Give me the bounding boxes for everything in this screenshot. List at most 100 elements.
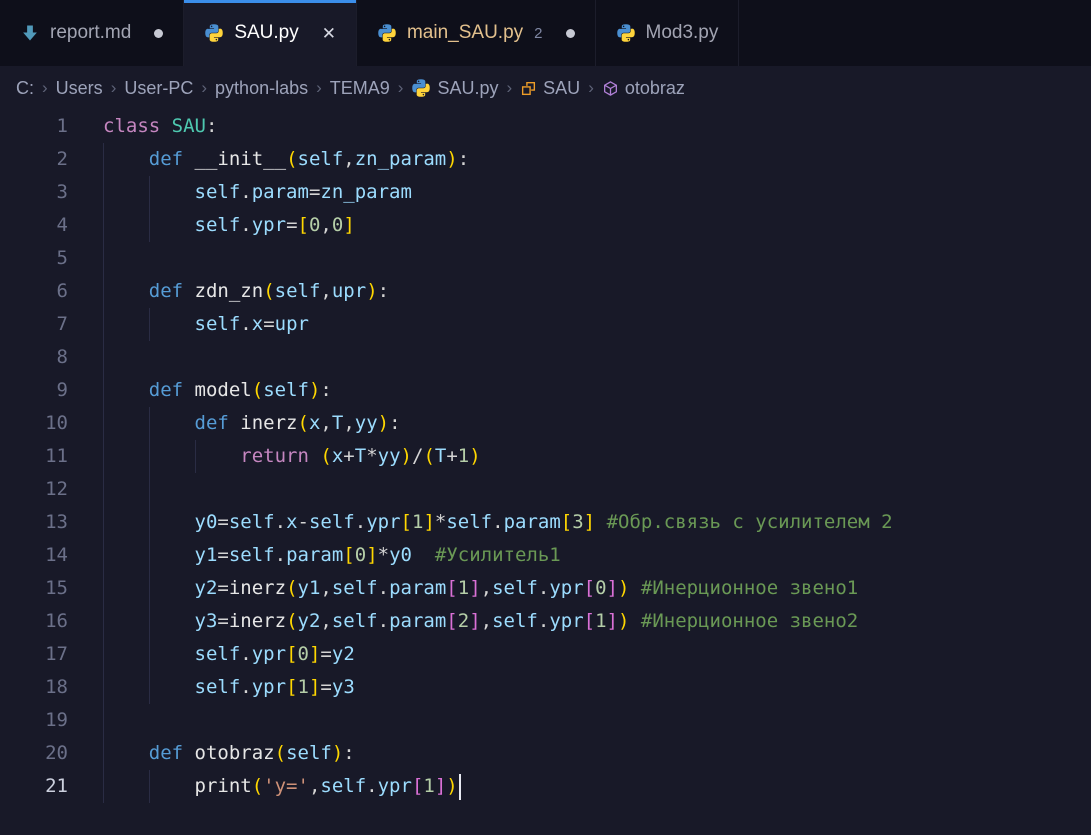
- tab-report.md[interactable]: report.md: [0, 0, 184, 66]
- breadcrumb-item-SAU.py[interactable]: SAU.py: [407, 78, 502, 99]
- line-number[interactable]: 19: [0, 704, 68, 737]
- code-line[interactable]: 21 print('y=',self.ypr[1]): [0, 770, 1091, 803]
- line-number[interactable]: 3: [0, 176, 68, 209]
- line-number[interactable]: 16: [0, 605, 68, 638]
- code-line[interactable]: 2 def __init__(self,zn_param):: [0, 143, 1091, 176]
- line-number[interactable]: 1: [0, 110, 68, 143]
- line-number[interactable]: 14: [0, 539, 68, 572]
- code-line[interactable]: 16 y3=inerz(y2,self.param[2],self.ypr[1]…: [0, 605, 1091, 638]
- code-text: self.x=upr: [103, 308, 1091, 341]
- line-number[interactable]: 5: [0, 242, 68, 275]
- line-number[interactable]: 15: [0, 572, 68, 605]
- indent-guide: [103, 209, 104, 242]
- line-number[interactable]: 10: [0, 407, 68, 440]
- breadcrumb-separator: ›: [197, 78, 211, 98]
- indent-guide: [149, 605, 150, 638]
- indent-guide: [103, 374, 104, 407]
- line-number[interactable]: 4: [0, 209, 68, 242]
- code-line[interactable]: 14 y1=self.param[0]*y0 #Усилитель1: [0, 539, 1091, 572]
- line-number[interactable]: 8: [0, 341, 68, 374]
- code-text: return (x+T*yy)/(T+1): [103, 440, 1091, 473]
- line-number[interactable]: 9: [0, 374, 68, 407]
- line-number[interactable]: 6: [0, 275, 68, 308]
- tab-Mod3.py[interactable]: Mod3.py: [596, 0, 740, 66]
- code-line[interactable]: 12: [0, 473, 1091, 506]
- symbol-class-icon: [520, 80, 537, 97]
- indent-guide: [103, 275, 104, 308]
- code-line[interactable]: 10 def inerz(x,T,yy):: [0, 407, 1091, 440]
- breadcrumb-item-TEMA9[interactable]: TEMA9: [326, 78, 394, 99]
- code-line[interactable]: 3 self.param=zn_param: [0, 176, 1091, 209]
- line-number[interactable]: 18: [0, 671, 68, 704]
- indent-guide: [103, 143, 104, 176]
- code-line[interactable]: 6 def zdn_zn(self,upr):: [0, 275, 1091, 308]
- code-line[interactable]: 13 y0=self.x-self.ypr[1]*self.param[3] #…: [0, 506, 1091, 539]
- code-text: def model(self):: [103, 374, 1091, 407]
- indent-guide: [103, 176, 104, 209]
- code-line[interactable]: 8: [0, 341, 1091, 374]
- indent-guide: [103, 506, 104, 539]
- python-icon: [204, 23, 224, 43]
- tab-main_SAU.py[interactable]: main_SAU.py2: [357, 0, 596, 66]
- breadcrumb-label: C:: [16, 78, 34, 99]
- code-text: y1=self.param[0]*y0 #Усилитель1: [103, 539, 1091, 572]
- tab-label: report.md: [50, 22, 131, 44]
- breadcrumb-item-otobraz[interactable]: otobraz: [598, 78, 689, 99]
- line-number[interactable]: 21: [0, 770, 68, 803]
- code-line[interactable]: 7 self.x=upr: [0, 308, 1091, 341]
- breadcrumb-item-User-PC[interactable]: User-PC: [120, 78, 197, 99]
- line-number[interactable]: 20: [0, 737, 68, 770]
- code-line[interactable]: 20 def otobraz(self):: [0, 737, 1091, 770]
- breadcrumb-item-C[interactable]: C:: [12, 78, 38, 99]
- code-text: def __init__(self,zn_param):: [103, 143, 1091, 176]
- line-number[interactable]: 2: [0, 143, 68, 176]
- text-cursor: [459, 774, 461, 800]
- breadcrumb-label: SAU.py: [437, 78, 498, 99]
- line-number[interactable]: 7: [0, 308, 68, 341]
- code-text: [103, 473, 1091, 506]
- breadcrumb-separator: ›: [312, 78, 326, 98]
- tab-SAU.py[interactable]: SAU.py ✕: [184, 0, 357, 66]
- code-line[interactable]: 17 self.ypr[0]=y2: [0, 638, 1091, 671]
- indent-guide: [149, 770, 150, 803]
- breadcrumb-item-python-labs[interactable]: python-labs: [211, 78, 312, 99]
- breadcrumb-label: TEMA9: [330, 78, 390, 99]
- breadcrumb-label: python-labs: [215, 78, 308, 99]
- line-number[interactable]: 11: [0, 440, 68, 473]
- indent-guide: [149, 176, 150, 209]
- indent-guide: [103, 605, 104, 638]
- modified-dot[interactable]: [154, 29, 163, 38]
- line-number[interactable]: 13: [0, 506, 68, 539]
- indent-guide: [149, 209, 150, 242]
- breadcrumb-item-Users[interactable]: Users: [52, 78, 107, 99]
- markdown-icon: [20, 23, 40, 43]
- tab-label: SAU.py: [234, 22, 298, 44]
- close-icon[interactable]: ✕: [322, 25, 336, 42]
- indent-guide: [149, 506, 150, 539]
- code-line[interactable]: 9 def model(self):: [0, 374, 1091, 407]
- code-line[interactable]: 19: [0, 704, 1091, 737]
- indent-guide: [103, 737, 104, 770]
- indent-guide: [103, 638, 104, 671]
- indent-guide: [149, 440, 150, 473]
- breadcrumb-item-SAU[interactable]: SAU: [516, 78, 584, 99]
- code-line[interactable]: 1class SAU:: [0, 110, 1091, 143]
- code-line[interactable]: 11 return (x+T*yy)/(T+1): [0, 440, 1091, 473]
- modified-dot[interactable]: [566, 29, 575, 38]
- code-line[interactable]: 18 self.ypr[1]=y3: [0, 671, 1091, 704]
- indent-guide: [103, 671, 104, 704]
- code-text: def otobraz(self):: [103, 737, 1091, 770]
- breadcrumb-label: otobraz: [625, 78, 685, 99]
- line-number[interactable]: 12: [0, 473, 68, 506]
- line-number[interactable]: 17: [0, 638, 68, 671]
- indent-guide: [103, 473, 104, 506]
- editor: 1class SAU:2 def __init__(self,zn_param)…: [0, 110, 1091, 835]
- code-line[interactable]: 4 self.ypr=[0,0]: [0, 209, 1091, 242]
- code-line[interactable]: 15 y2=inerz(y1,self.param[1],self.ypr[0]…: [0, 572, 1091, 605]
- code-line[interactable]: 5: [0, 242, 1091, 275]
- indent-guide: [103, 770, 104, 803]
- indent-guide: [149, 473, 150, 506]
- indent-guide: [149, 638, 150, 671]
- tab-bar-empty-space: [739, 0, 1091, 66]
- breadcrumb-label: User-PC: [124, 78, 193, 99]
